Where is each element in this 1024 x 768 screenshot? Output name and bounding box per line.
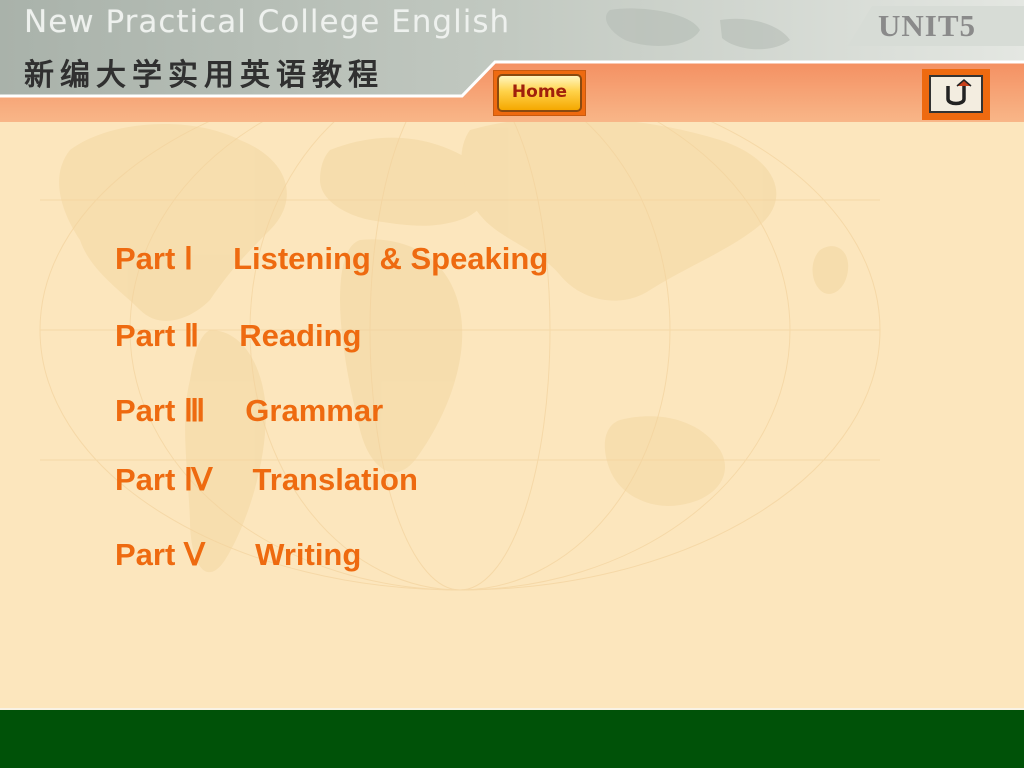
- part-number: Part Ⅰ: [115, 241, 194, 276]
- footer-bar: [0, 708, 1024, 768]
- menu-item-writing[interactable]: Part Ⅴ Writing: [115, 537, 361, 573]
- part-name: Grammar: [245, 393, 384, 428]
- return-arrow-icon: [929, 75, 983, 113]
- part-number: Part Ⅳ: [115, 462, 213, 497]
- slide: New Practical College English 新编大学实用英语教程…: [0, 0, 1024, 768]
- home-button-label: Home: [497, 74, 582, 112]
- part-number: Part Ⅲ: [115, 393, 206, 428]
- return-button[interactable]: [922, 69, 990, 120]
- course-title-en: New Practical College English: [24, 4, 511, 40]
- part-name: Listening & Speaking: [233, 241, 549, 276]
- part-name: Reading: [239, 318, 362, 353]
- menu-item-reading[interactable]: Part Ⅱ Reading: [115, 318, 361, 354]
- part-number: Part Ⅴ: [115, 537, 206, 572]
- menu-item-grammar[interactable]: Part Ⅲ Grammar: [115, 393, 383, 429]
- part-name: Translation: [252, 462, 418, 497]
- part-name: Writing: [255, 537, 362, 572]
- home-button[interactable]: Home: [493, 70, 586, 116]
- unit-badge: UNIT5: [878, 8, 977, 43]
- part-number: Part Ⅱ: [115, 318, 200, 353]
- menu-item-translation[interactable]: Part Ⅳ Translation: [115, 462, 418, 498]
- menu-item-listening-speaking[interactable]: Part Ⅰ Listening & Speaking: [115, 241, 548, 277]
- course-title-cn: 新编大学实用英语教程: [24, 58, 384, 93]
